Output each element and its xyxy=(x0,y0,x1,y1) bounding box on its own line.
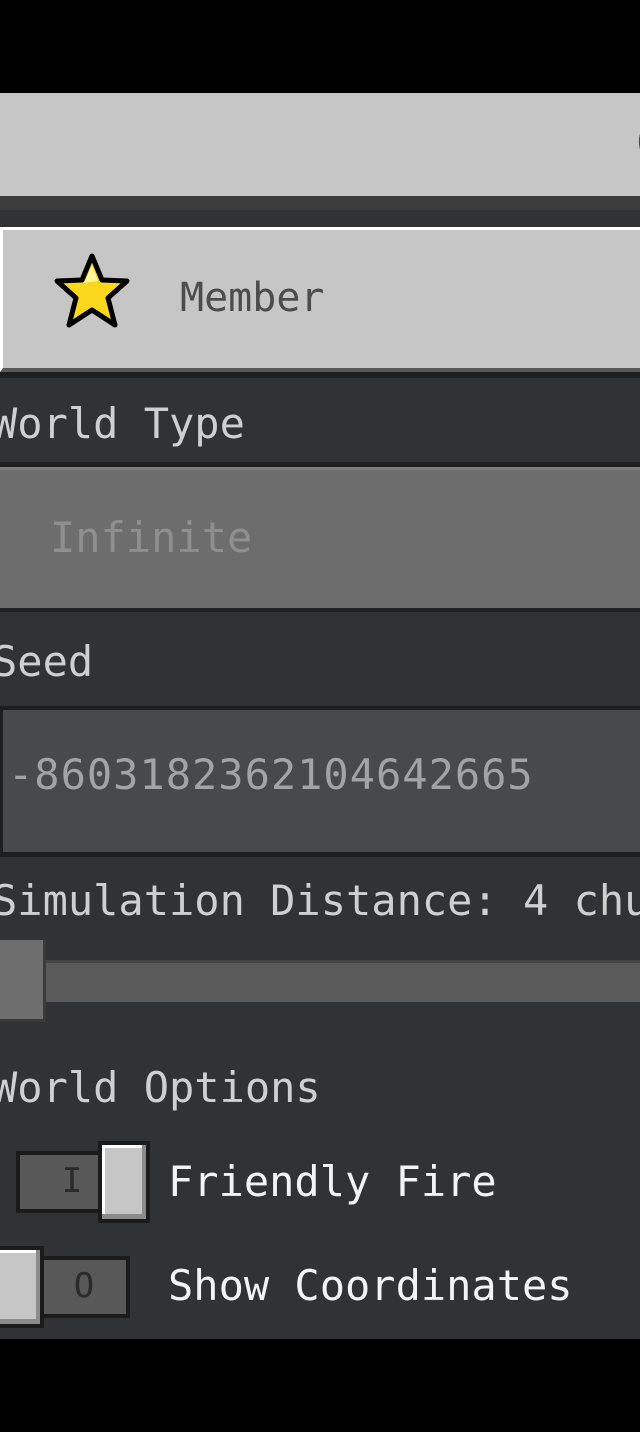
world-options-heading: World Options xyxy=(0,1063,321,1112)
header-divider xyxy=(0,196,640,210)
divider xyxy=(0,852,640,857)
show-coordinates-label: Show Coordinates xyxy=(168,1261,573,1310)
friendly-fire-label: Friendly Fire xyxy=(168,1157,497,1206)
screen-bottom xyxy=(0,1339,640,1432)
world-type-label: World Type xyxy=(0,399,245,448)
divider xyxy=(0,372,640,378)
simulation-distance-label: Simulation Distance: 4 chu xyxy=(0,876,640,925)
toggle-knob[interactable] xyxy=(98,1141,150,1223)
star-icon xyxy=(54,253,130,331)
toggle-on-glyph: I xyxy=(61,1161,83,1201)
top-bar xyxy=(0,93,640,196)
toggle-knob[interactable] xyxy=(0,1246,44,1328)
world-type-value: Infinite xyxy=(50,513,253,562)
permission-level-label: Member xyxy=(180,275,325,321)
simulation-distance-slider[interactable] xyxy=(0,960,640,1002)
toggle-off-glyph: O xyxy=(73,1266,95,1306)
seed-value: -8603182362104642665 xyxy=(8,750,534,799)
slider-handle[interactable] xyxy=(0,940,46,1022)
seed-label: Seed xyxy=(0,637,94,686)
